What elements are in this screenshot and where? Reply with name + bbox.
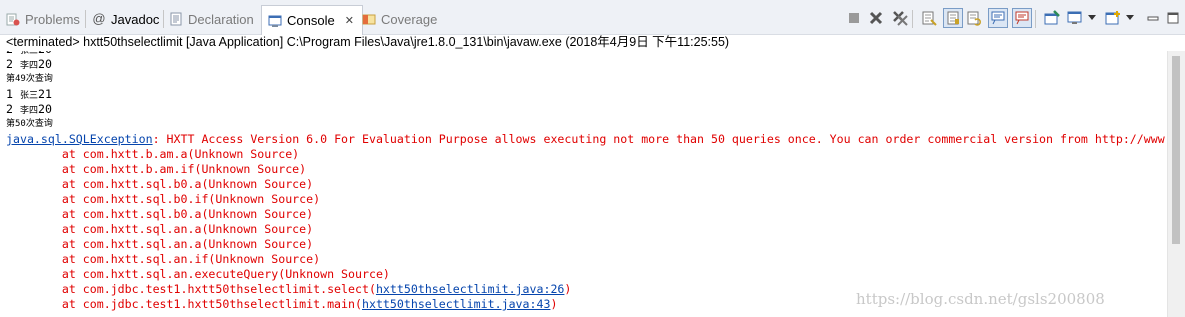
stack-frame-text: at com.jdbc.test1.hxtt50thselectlimit.ma… [6, 297, 362, 311]
show-on-stderr-icon[interactable] [1012, 8, 1032, 28]
row-index: 2 [6, 57, 20, 71]
chevron-down-icon[interactable] [1086, 9, 1098, 27]
source-link[interactable]: hxtt50thselectlimit.java:26 [376, 282, 564, 296]
tab-label: Console [287, 13, 335, 28]
console-line: 第50次查询 [6, 119, 53, 129]
stack-frame-text: ) [550, 297, 558, 311]
stack-frame: at com.hxtt.b.am.if(Unknown Source) [6, 162, 307, 176]
exception-message: : HXTT Access Version 6.0 For Evaluation… [152, 132, 1168, 146]
remove-all-terminated-icon[interactable] [891, 9, 909, 27]
tab-declaration[interactable]: Declaration [169, 6, 254, 32]
stack-frame: at com.hxtt.sql.an.executeQuery(Unknown … [6, 267, 390, 281]
row-value: 20 [37, 102, 52, 116]
tab-separator [85, 10, 86, 28]
chevron-down-icon[interactable] [1124, 9, 1136, 27]
stack-frame: at com.hxtt.sql.b0.if(Unknown Source) [6, 192, 321, 206]
tab-separator [163, 10, 164, 28]
stack-frame-link: at com.jdbc.test1.hxtt50thselectlimit.se… [6, 282, 572, 297]
tab-label: Javadoc [111, 11, 160, 27]
problems-icon [6, 12, 20, 26]
clear-console-icon[interactable] [920, 9, 938, 27]
pin-console-icon[interactable] [1043, 9, 1061, 27]
row-value: 21 [37, 87, 52, 101]
toolbar-separator [1035, 10, 1036, 28]
tab-label: Coverage [381, 11, 438, 27]
console-line: 2 李四20 [6, 57, 52, 72]
tab-label: Problems [25, 11, 80, 27]
watermark: https://blog.csdn.net/gsls200808 [856, 290, 1105, 308]
stack-frame: at com.hxtt.sql.b0.a(Unknown Source) [6, 207, 314, 221]
row-name: 张三 [19, 91, 38, 101]
tab-console[interactable]: Console ✕ [261, 5, 363, 35]
display-console-icon[interactable] [1066, 9, 1084, 27]
toolbar-separator [912, 10, 913, 28]
maximize-icon[interactable] [1164, 9, 1182, 27]
tab-javadoc[interactable]: @ Javadoc [92, 6, 159, 32]
remove-launch-icon[interactable] [867, 9, 885, 27]
exception-class-link[interactable]: java.sql.SQLException [6, 132, 153, 146]
stack-frame: at com.hxtt.sql.an.a(Unknown Source) [6, 222, 314, 236]
row-name: 李四 [19, 61, 38, 71]
row-index: 2 [6, 102, 20, 116]
vertical-scrollbar[interactable] [1167, 51, 1185, 317]
console-icon [268, 14, 282, 28]
declaration-icon [169, 12, 183, 26]
exception-line: java.sql.SQLException: HXTT Access Versi… [6, 132, 1168, 147]
view-tab-bar: Problems @ Javadoc Declaration Console ✕… [0, 0, 1185, 35]
close-icon[interactable]: ✕ [345, 14, 354, 27]
terminate-icon[interactable] [845, 9, 863, 27]
show-on-stdout-icon[interactable] [988, 8, 1008, 28]
coverage-icon [362, 12, 376, 26]
stack-frame: at com.hxtt.b.am.a(Unknown Source) [6, 147, 300, 161]
open-console-icon[interactable] [1104, 9, 1122, 27]
word-wrap-icon[interactable] [965, 9, 983, 27]
tab-problems[interactable]: Problems [6, 6, 80, 32]
scroll-lock-icon[interactable] [943, 8, 963, 28]
stack-frame-text: ) [564, 282, 572, 296]
console-title: <terminated> hxtt50thselectlimit [Java A… [6, 35, 730, 49]
stack-frame-text: at com.jdbc.test1.hxtt50thselectlimit.se… [6, 282, 376, 296]
console-line: 2 李四20 [6, 102, 52, 117]
at-icon: @ [92, 11, 106, 26]
console-line: 1 张三21 [6, 87, 52, 102]
row-index: 1 [6, 87, 20, 101]
source-link[interactable]: hxtt50thselectlimit.java:43 [362, 297, 550, 311]
minimize-icon[interactable] [1144, 9, 1162, 27]
row-name: 李四 [19, 106, 38, 116]
scrollbar-thumb[interactable] [1172, 56, 1180, 244]
stack-frame-link: at com.jdbc.test1.hxtt50thselectlimit.ma… [6, 297, 558, 312]
row-value: 20 [37, 57, 52, 71]
stack-frame: at com.hxtt.sql.an.a(Unknown Source) [6, 237, 314, 251]
stack-frame: at com.hxtt.sql.b0.a(Unknown Source) [6, 177, 314, 191]
stack-frame: at com.hxtt.sql.an.if(Unknown Source) [6, 252, 321, 266]
console-output[interactable]: 2 张三20 2 李四20 第49次查询 1 张三21 2 李四20 第50次查… [0, 51, 1168, 317]
tab-coverage[interactable]: Coverage [362, 6, 437, 32]
console-line: 第49次查询 [6, 74, 53, 84]
tab-label: Declaration [188, 11, 254, 27]
